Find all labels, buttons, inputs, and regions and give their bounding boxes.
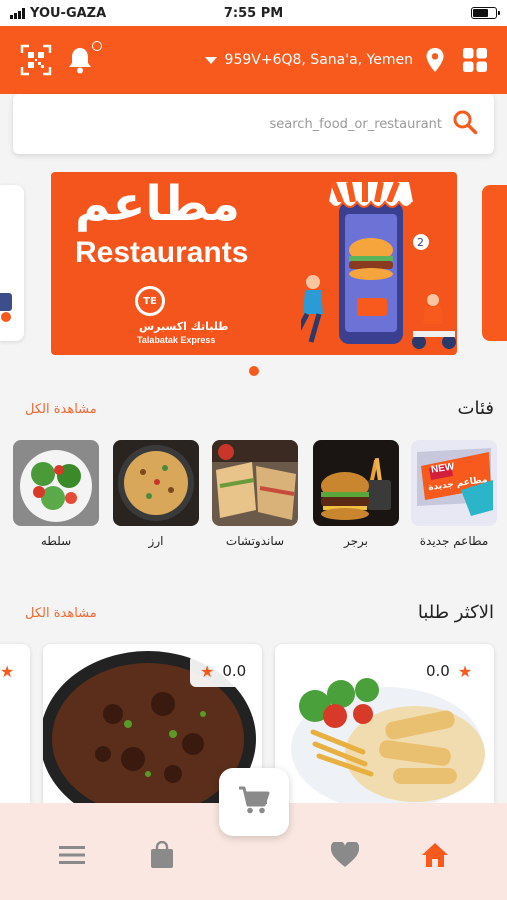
carrier-name: YOU-GAZA (30, 5, 107, 21)
category-label: ارز (148, 534, 164, 548)
carousel-prev-card[interactable] (0, 185, 24, 341)
category-sandwiches[interactable]: ساندوتشات (212, 440, 298, 548)
cart-button[interactable] (219, 768, 289, 836)
rating-badge: ★ 0.0 (190, 655, 257, 687)
delivery-illustration-icon: 2 (301, 180, 456, 349)
category-new-restaurants[interactable]: مطاعم جديدة (411, 440, 497, 548)
bell-icon[interactable] (66, 41, 102, 75)
grid-icon[interactable] (463, 48, 487, 72)
rating-value: 0.0 (426, 662, 450, 680)
rating-badge: 0.0 ★ (416, 655, 483, 687)
rating-value: 0.0 (222, 662, 247, 680)
status-bar: YOU-GAZA 7:55 PM (0, 0, 507, 26)
popular-card-partial[interactable]: ★ (0, 644, 30, 824)
category-rice[interactable]: ارز (113, 440, 199, 548)
banner-title-en: Restaurants (75, 236, 249, 269)
category-image (313, 440, 399, 526)
brand-logo: TE (135, 286, 165, 316)
banner-brand-ar: طلباتك اكسبرس (139, 320, 229, 333)
status-time: 7:55 PM (223, 5, 284, 21)
signal-icon (10, 7, 25, 19)
category-label: سلطه (40, 534, 72, 548)
category-label: ساندوتشات (225, 534, 285, 548)
star-icon: ★ (0, 662, 15, 681)
location-pin-icon[interactable] (425, 47, 445, 73)
caret-down-icon (204, 56, 217, 64)
star-icon: ★ (200, 661, 215, 681)
search-input[interactable] (82, 116, 442, 132)
category-image (212, 440, 298, 526)
categories-title: فئات (457, 398, 494, 419)
qr-code-icon[interactable] (20, 44, 52, 76)
category-label: مطاعم جديدة (419, 534, 489, 548)
carousel-indicator[interactable] (249, 366, 259, 376)
battery-icon (471, 7, 500, 19)
popular-title: الاكثر طلبا (417, 602, 494, 623)
search-bar[interactable] (13, 94, 494, 154)
bag-icon[interactable] (142, 837, 182, 873)
location-selector[interactable]: 959V+6Q8, Sana'a, Yemen (94, 52, 413, 68)
heart-icon[interactable] (325, 837, 365, 873)
popular-view-all-link[interactable]: مشاهدة الكل (25, 606, 97, 621)
cart-icon (238, 785, 270, 819)
menu-icon[interactable] (52, 837, 92, 873)
category-burger[interactable]: برجر (313, 440, 399, 548)
category-image (113, 440, 199, 526)
carousel-next-card[interactable] (482, 185, 507, 341)
popular-card[interactable]: 0.0 ★ (275, 644, 494, 824)
location-text: 959V+6Q8, Sana'a, Yemen (224, 52, 413, 68)
restaurants-banner[interactable]: مطاعم Restaurants TE طلباتك اكسبرس Talab… (51, 172, 457, 355)
category-label: برجر (344, 534, 368, 548)
status-right (347, 7, 500, 19)
status-left: YOU-GAZA (10, 6, 160, 21)
home-icon[interactable] (415, 837, 455, 873)
svg-text:2: 2 (417, 236, 424, 249)
category-image (13, 440, 99, 526)
categories-view-all-link[interactable]: مشاهدة الكل (25, 402, 97, 417)
app-header: 959V+6Q8, Sana'a, Yemen (0, 26, 507, 94)
search-icon[interactable] (452, 109, 478, 139)
banner-brand-en: Talabatak Express (137, 335, 216, 345)
notification-dot (92, 41, 102, 51)
banner-title-ar: مطاعم (75, 176, 240, 232)
category-salad[interactable]: سلطه (13, 440, 99, 548)
star-icon: ★ (457, 661, 473, 681)
